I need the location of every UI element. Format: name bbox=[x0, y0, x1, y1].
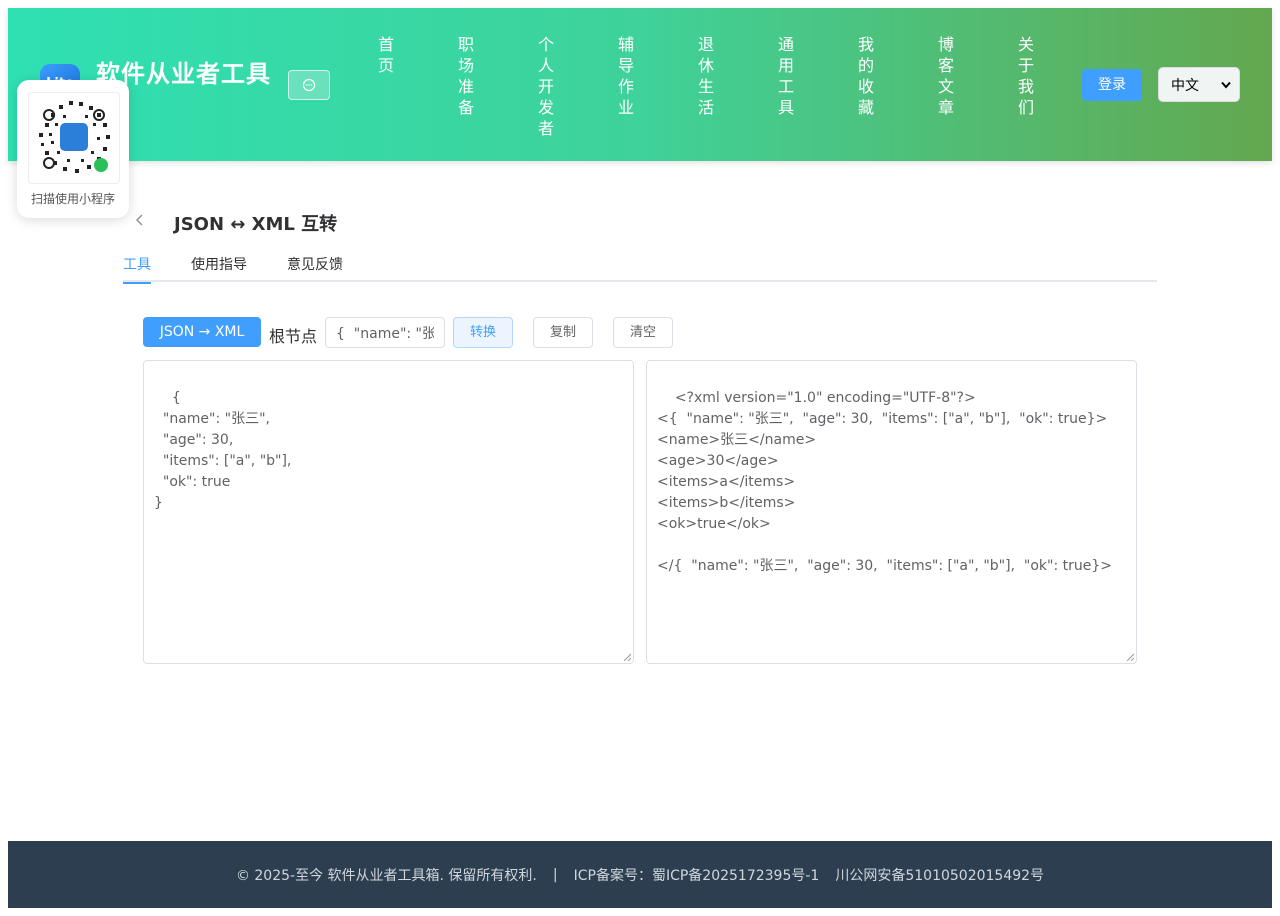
root-node-label: 根节点 bbox=[269, 327, 318, 346]
footer-separator: | bbox=[552, 866, 558, 883]
nav-home[interactable]: 首页 bbox=[377, 34, 395, 76]
qr-code bbox=[28, 92, 120, 184]
chat-bubble-icon bbox=[302, 78, 316, 92]
chevron-left-icon[interactable] bbox=[132, 212, 148, 228]
footer-icp-link[interactable]: ICP备案号：蜀ICP备2025172395号-1 bbox=[574, 865, 820, 885]
resize-grip-icon[interactable] bbox=[1126, 653, 1134, 661]
tab-guide[interactable]: 使用指导 bbox=[191, 254, 247, 282]
qr-card: 扫描使用小程序 bbox=[17, 80, 129, 218]
clear-button[interactable]: 清空 bbox=[613, 317, 673, 348]
nav-favorites[interactable]: 我的收藏 bbox=[857, 34, 875, 118]
tab-tool[interactable]: 工具 bbox=[123, 254, 151, 284]
resize-grip-icon[interactable] bbox=[623, 653, 631, 661]
xml-output-textarea[interactable]: <?xml version="1.0" encoding="UTF-8"?> <… bbox=[646, 360, 1137, 664]
footer-police-link[interactable]: 川公网安备51010502015492号 bbox=[835, 865, 1044, 885]
nav-about[interactable]: 关于我们 bbox=[1017, 34, 1035, 118]
language-value: 中文 bbox=[1171, 77, 1199, 94]
nav-indie-dev[interactable]: 个人开发者 bbox=[537, 34, 555, 139]
footer-copyright: © 2025-至今 软件从业者工具箱. 保留所有权利. bbox=[235, 867, 537, 884]
login-button[interactable]: 登录 bbox=[1082, 69, 1142, 101]
root-node-input[interactable] bbox=[325, 317, 445, 348]
tab-feedback[interactable]: 意见反馈 bbox=[287, 254, 343, 282]
qr-code-image bbox=[39, 101, 110, 173]
qr-caption: 扫描使用小程序 bbox=[30, 192, 115, 206]
language-select[interactable]: 中文 bbox=[1158, 67, 1240, 102]
nav-tools[interactable]: 通用工具 bbox=[777, 34, 795, 118]
copy-button[interactable]: 复制 bbox=[533, 317, 593, 348]
chat-button[interactable] bbox=[288, 70, 330, 100]
page-title: JSON ↔ XML 互转 bbox=[174, 214, 338, 235]
nav-career[interactable]: 职场准备 bbox=[457, 34, 475, 118]
header: Lite 软件从业者工具 首页 职场准备 个人开发者 辅导作业 退休生活 通用工… bbox=[8, 8, 1272, 161]
footer: © 2025-至今 软件从业者工具箱. 保留所有权利. | ICP备案号：蜀IC… bbox=[8, 841, 1272, 908]
xml-output-text: <?xml version="1.0" encoding="UTF-8"?> <… bbox=[657, 390, 1112, 574]
mode-toggle-button[interactable]: JSON → XML bbox=[143, 317, 261, 347]
nav-homework[interactable]: 辅导作业 bbox=[617, 34, 635, 118]
convert-button[interactable]: 转换 bbox=[453, 317, 513, 348]
json-input-textarea[interactable]: { "name": "张三", "age": 30, "items": ["a"… bbox=[143, 360, 634, 664]
tab-bar: 工具 使用指导 意见反馈 bbox=[123, 252, 1157, 284]
nav-retirement[interactable]: 退休生活 bbox=[697, 34, 715, 118]
nav-blog[interactable]: 博客文章 bbox=[937, 34, 955, 118]
chevron-down-icon bbox=[1221, 81, 1231, 89]
page: Lite 软件从业者工具 首页 职场准备 个人开发者 辅导作业 退休生活 通用工… bbox=[8, 8, 1272, 908]
json-input-text: { "name": "张三", "age": 30, "items": ["a"… bbox=[154, 390, 292, 511]
